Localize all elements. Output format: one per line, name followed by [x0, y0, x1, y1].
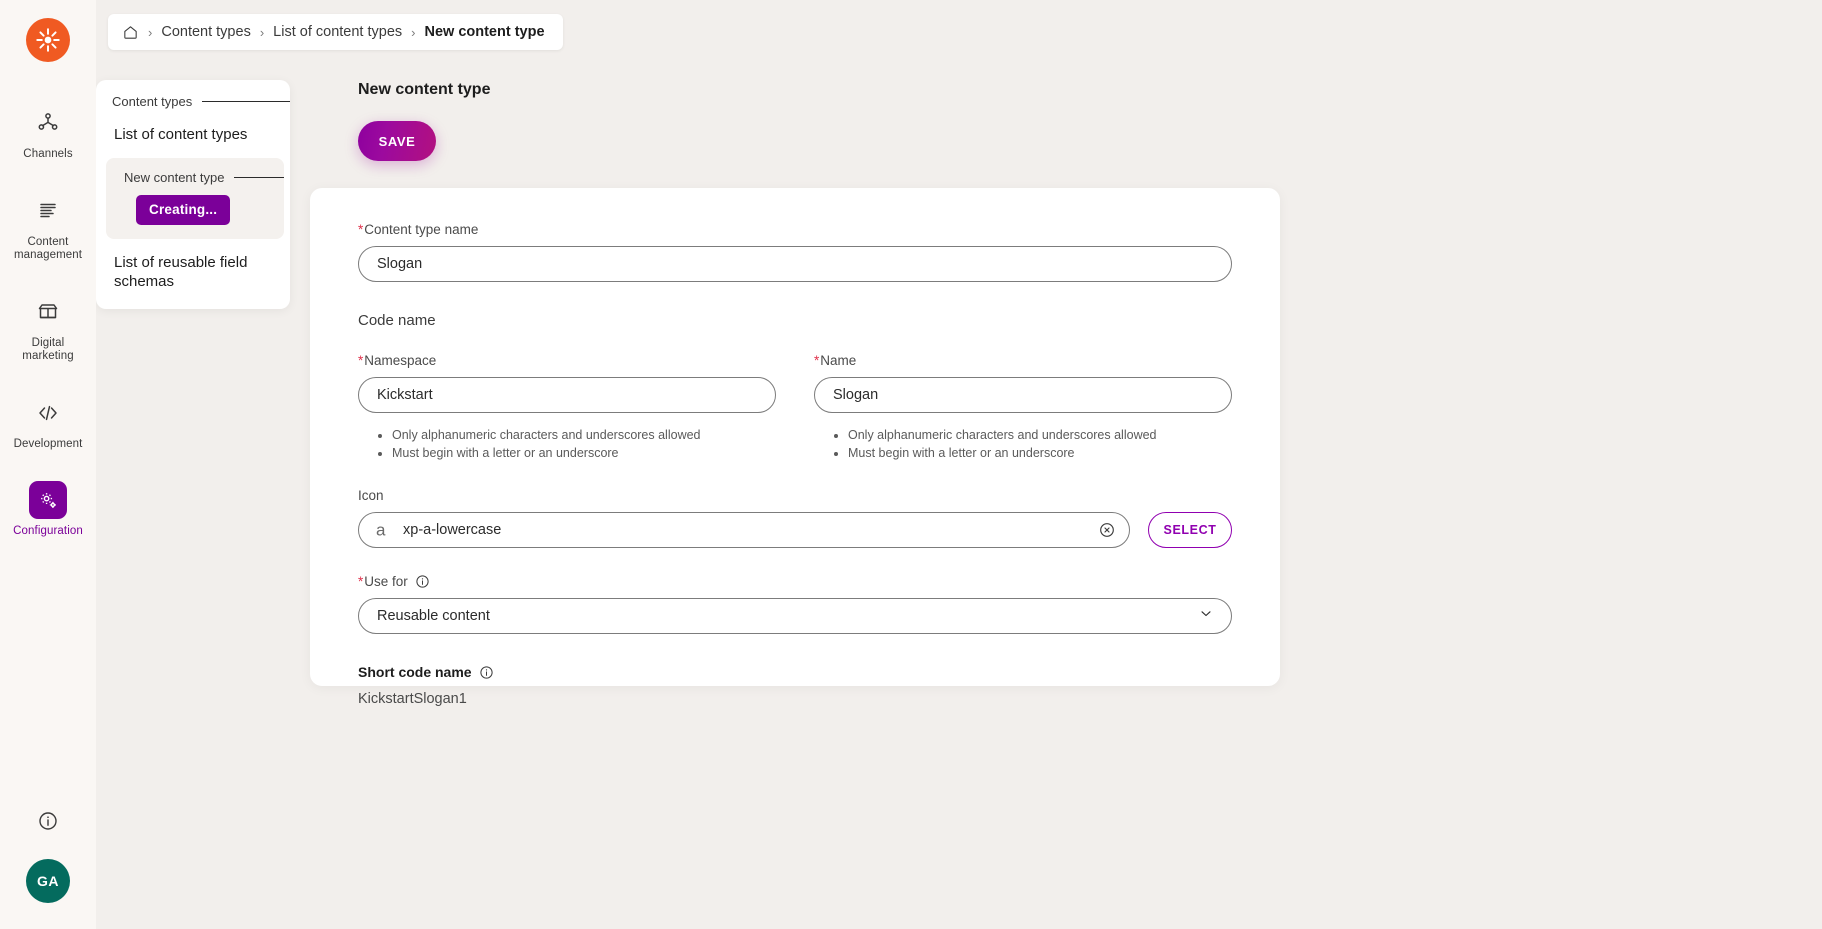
breadcrumb-item-new-content-type[interactable]: New content type	[424, 24, 544, 40]
sidebar-item-development[interactable]: Development	[5, 384, 91, 460]
sidebar-item-content-management[interactable]: Content management	[5, 182, 91, 271]
sidebar-item-configuration[interactable]: Configuration	[5, 471, 91, 547]
name-hint-list: Only alphanumeric characters and undersc…	[844, 426, 1232, 462]
required-asterisk: *	[358, 353, 364, 368]
nav-item-list-of-reusable-field-schemas[interactable]: List of reusable field schemas	[96, 253, 290, 291]
required-asterisk: *	[358, 574, 364, 589]
label-text: Name	[820, 353, 857, 368]
primary-nav-rail: Channels Content management Digital mark…	[0, 0, 96, 929]
secondary-nav-card: Content types List of content types New …	[96, 80, 290, 309]
content-type-name-label: * Content type name	[358, 222, 1232, 237]
breadcrumb-separator: ›	[148, 24, 153, 40]
name-label: * Name	[814, 353, 1232, 368]
content-type-name-input[interactable]	[358, 246, 1232, 282]
label-text: Icon	[358, 488, 384, 503]
namespace-hint-list: Only alphanumeric characters and undersc…	[388, 426, 776, 462]
kentico-logo-icon[interactable]	[26, 18, 70, 62]
code-name-fields: *Namespace Only alphanumeric characters …	[358, 353, 1232, 462]
info-circle-icon[interactable]	[36, 809, 60, 833]
nav-card-header: Content types	[96, 94, 290, 109]
app-root: Channels Content management Digital mark…	[0, 0, 1822, 929]
clear-circle-icon[interactable]	[1098, 521, 1116, 539]
icon-label: Icon	[358, 488, 1232, 503]
development-icon	[29, 394, 67, 432]
label-text: Content type name	[364, 222, 479, 237]
info-icon[interactable]	[479, 665, 494, 680]
use-for-select-wrap	[358, 598, 1232, 634]
required-asterisk: *	[814, 353, 820, 368]
status-badge: Creating...	[136, 195, 231, 225]
breadcrumb-item-list-of-content-types[interactable]: List of content types	[273, 24, 402, 40]
short-code-name-label: Short code name	[358, 664, 1232, 680]
label-text: Namespace	[364, 353, 437, 368]
use-for-select[interactable]	[358, 598, 1232, 634]
short-code-name-value: KickstartSlogan1	[358, 691, 467, 707]
sidebar-item-label: Configuration	[13, 525, 83, 537]
sidebar-item-label: Digital marketing	[22, 336, 74, 363]
sidebar-item-digital-marketing[interactable]: Digital marketing	[5, 283, 91, 372]
lowercase-a-icon: a	[376, 520, 386, 540]
breadcrumb-item-content-types[interactable]: Content types	[161, 24, 250, 40]
content-type-form-card: *Content type name Code name *Namespace …	[310, 188, 1280, 707]
select-icon-button[interactable]: SELECT	[1148, 512, 1232, 548]
info-icon[interactable]	[415, 574, 430, 589]
save-button[interactable]: SAVE	[358, 121, 436, 161]
icon-input-wrap: a	[358, 512, 1130, 548]
nav-sub-header-label: New content type	[124, 170, 225, 185]
rail-item-list: Channels Content management Digital mark…	[0, 94, 96, 559]
sidebar-item-channels[interactable]: Channels	[5, 94, 91, 170]
hint-item: Must begin with a letter or an underscor…	[848, 444, 1232, 462]
main-content: New content type SAVE * Content type name…	[290, 68, 1822, 929]
hint-item: Only alphanumeric characters and undersc…	[848, 426, 1232, 444]
nav-sub-header: New content type	[106, 170, 284, 185]
content-management-icon	[29, 192, 67, 230]
nav-header-rule	[202, 101, 290, 102]
avatar[interactable]: GA	[26, 859, 70, 903]
use-for-label: * Use for	[358, 574, 1232, 589]
hint-item: Only alphanumeric characters and undersc…	[392, 426, 776, 444]
namespace-input[interactable]	[358, 377, 776, 413]
icon-input[interactable]	[358, 512, 1130, 548]
sidebar-item-label: Development	[13, 437, 83, 450]
sidebar-item-label: Channels	[23, 148, 73, 160]
icon-field-row: a SELECT	[358, 512, 1232, 548]
rail-bottom-group: GA	[26, 809, 70, 929]
namespace-field-group: *Namespace Only alphanumeric characters …	[358, 353, 776, 462]
nav-sub-group-new-content-type: New content type Creating...	[106, 158, 284, 239]
home-icon[interactable]	[122, 24, 139, 41]
nav-item-list-of-content-types[interactable]: List of content types	[96, 125, 290, 144]
nav-sub-header-rule	[234, 177, 284, 178]
hint-item: Must begin with a letter or an underscor…	[392, 444, 776, 462]
breadcrumb-separator: ›	[259, 24, 265, 40]
digital-marketing-icon	[29, 293, 67, 331]
channels-icon	[29, 104, 67, 142]
label-text: Short code name	[358, 664, 472, 680]
page-title: New content type	[358, 81, 491, 98]
namespace-label: * Namespace	[358, 353, 776, 368]
label-text: Use for	[364, 574, 408, 589]
required-asterisk: *	[358, 222, 364, 237]
nav-card-header-label: Content types	[112, 94, 193, 109]
breadcrumb-separator: ›	[411, 24, 416, 40]
code-name-section-title: Code name	[358, 312, 436, 329]
name-field-group: *Name Only alphanumeric characters and u…	[814, 353, 1232, 462]
configuration-icon	[29, 481, 67, 519]
breadcrumb: › Content types › List of content types …	[108, 14, 563, 50]
name-input[interactable]	[814, 377, 1232, 413]
sidebar-item-label: Content management	[13, 235, 83, 262]
